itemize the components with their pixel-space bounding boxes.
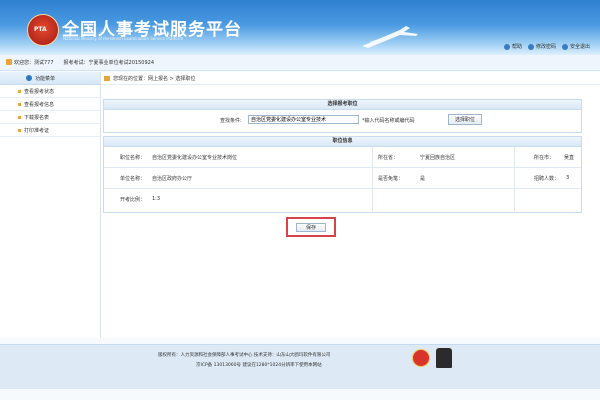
breadcrumb-text: 您现在的位置：网上报名 > 选择职位	[113, 75, 196, 82]
sidebar-item-label: 查看报考信息	[24, 101, 55, 108]
airplane-icon	[362, 26, 418, 48]
province-label: 所在省：	[378, 155, 399, 161]
unit-name-label: 单位名称：	[120, 176, 146, 182]
key-icon	[527, 43, 534, 50]
help-link[interactable]: 帮助	[503, 43, 522, 50]
info-bar: 欢迎您：测试777 报考考试：宁夏事业单位考试20150924	[0, 55, 600, 71]
city-value: 吴直	[564, 155, 575, 161]
exam-ratio-label: 开考比例：	[120, 197, 146, 203]
province-value: 宁夏回族自治区	[420, 155, 456, 161]
site-header: PTA 全国人事考试服务平台 National Ministry of Pers…	[0, 0, 600, 55]
welcome-text: 欢迎您：测试777	[14, 60, 54, 66]
logo-text: PTA	[34, 26, 47, 33]
unit-name-value: 自治区政府办公厅	[152, 176, 193, 182]
help-icon	[503, 43, 510, 50]
footer-icp: 京ICP备 13013060号 建议在1280*1024分辨率下使用本网站	[196, 363, 322, 368]
sidebar-item-status[interactable]: 查看报考状态	[0, 85, 100, 98]
job-info-grid: 职位名称： 自治区党委化建设办公室专业技术岗位 所在省： 宁夏回族自治区 所在市…	[104, 147, 581, 209]
condition-label: 查找条件:	[220, 118, 242, 124]
menu-icon	[26, 75, 32, 81]
exempt-label: 是否免笔：	[378, 176, 404, 182]
job-name-label: 职位名称：	[120, 155, 146, 161]
bullet-icon	[18, 128, 21, 132]
location-icon	[104, 75, 110, 81]
logout-icon	[561, 43, 568, 50]
site-subtitle: National Ministry of Personnel Examinati…	[63, 36, 184, 41]
exam-text: 报考考试：宁夏事业单位考试20150924	[63, 60, 154, 66]
bullet-icon	[18, 115, 21, 119]
bullet-icon	[18, 89, 21, 93]
condition-hint: *输入代码名称或编代码	[362, 118, 415, 124]
bullet-icon	[18, 102, 21, 106]
select-job-panel: 选择报考职位 查找条件: *输入代码名称或编代码 选择职位	[103, 99, 582, 133]
info-text: 欢迎您：测试777 报考考试：宁夏事业单位考试20150924	[14, 59, 154, 66]
breadcrumb: 您现在的位置：网上报名 > 选择职位	[101, 72, 600, 85]
footer-copyright: 版权所有：人力资源和社会保障部人事考试中心 技术支持：山东山大鸥玛软件有限公司	[158, 353, 331, 358]
city-label: 所在市：	[534, 155, 555, 161]
table-row: 开考比例： 1:3	[104, 189, 581, 209]
sidebar-title: 功能菜单	[35, 75, 56, 82]
sidebar-item-label: 打印准考证	[24, 127, 50, 134]
main-content: 您现在的位置：网上报名 > 选择职位 选择报考职位 查找条件: *输入代码名称或…	[101, 72, 600, 338]
sidebar-item-label: 查看报考状态	[24, 88, 55, 95]
sidebar: 功能菜单 查看报考状态 查看报考信息 下载报名表 打印准考证	[0, 72, 101, 338]
header-links: 帮助 修改密码 安全退出	[503, 43, 590, 50]
sidebar-item-label: 下载报名表	[24, 114, 50, 121]
exempt-value: 是	[420, 176, 426, 182]
cyber-police-icon	[436, 348, 452, 368]
change-password-link[interactable]: 修改密码	[527, 43, 556, 50]
change-password-label: 修改密码	[535, 44, 556, 50]
sidebar-item-download-form[interactable]: 下载报名表	[0, 111, 100, 124]
logout-label: 安全退出	[569, 44, 590, 50]
save-button[interactable]: 保存	[296, 223, 326, 232]
hiring-count-value: 3	[566, 175, 570, 181]
user-icon	[6, 59, 12, 65]
condition-input[interactable]	[248, 115, 359, 124]
choose-job-button[interactable]: 选择职位	[448, 114, 482, 125]
police-badge-icon	[412, 349, 430, 367]
job-name-value: 自治区党委化建设办公室专业技术岗位	[152, 155, 238, 161]
search-row: 查找条件: *输入代码名称或编代码 选择职位	[104, 111, 581, 129]
job-info-panel: 职位信息 职位名称： 自治区党委化建设办公室专业技术岗位 所在省： 宁夏回族自治…	[103, 136, 582, 213]
footer: 版权所有：人力资源和社会保障部人事考试中心 技术支持：山东山大鸥玛软件有限公司 …	[0, 344, 600, 389]
save-highlight: 保存	[286, 217, 336, 237]
sidebar-header: 功能菜单	[0, 72, 100, 85]
table-row: 职位名称： 自治区党委化建设办公室专业技术岗位 所在省： 宁夏回族自治区 所在市…	[104, 147, 581, 168]
select-job-title: 选择报考职位	[104, 100, 581, 110]
help-link-label: 帮助	[511, 44, 522, 50]
logout-link[interactable]: 安全退出	[561, 43, 590, 50]
job-info-title: 职位信息	[104, 137, 581, 147]
sidebar-item-info[interactable]: 查看报考信息	[0, 98, 100, 111]
sidebar-item-print-ticket[interactable]: 打印准考证	[0, 124, 100, 137]
table-row: 单位名称： 自治区政府办公厅 是否免笔： 是 招聘人数： 3	[104, 168, 581, 189]
pta-logo: PTA	[27, 14, 59, 46]
hiring-count-label: 招聘人数：	[534, 176, 560, 182]
page: PTA 全国人事考试服务平台 National Ministry of Pers…	[0, 0, 600, 400]
exam-ratio-value: 1:3	[152, 196, 161, 202]
